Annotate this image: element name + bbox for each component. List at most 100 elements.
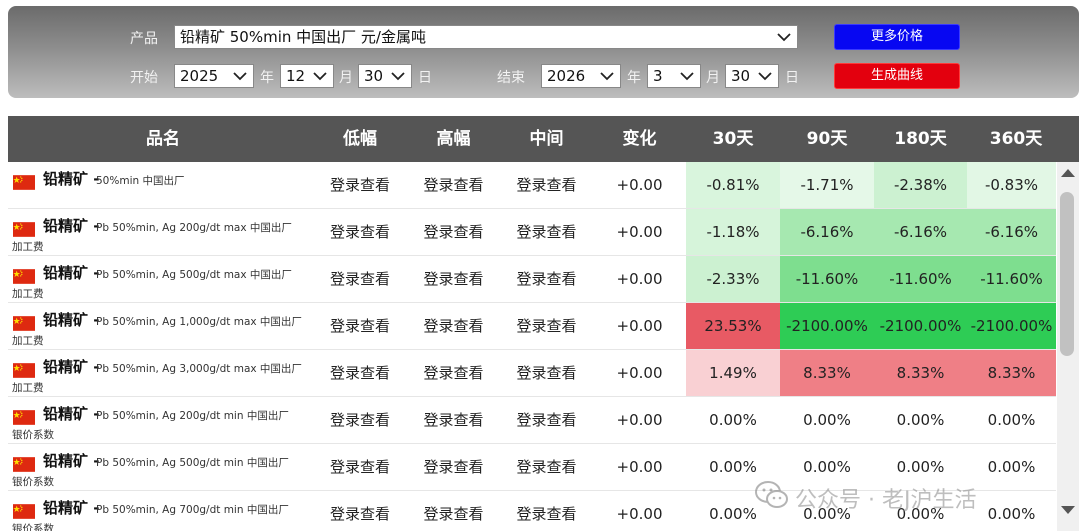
table-header: 品名 低幅 高幅 中间 变化 30天 90天 180天 360天	[8, 116, 1079, 162]
product-spec: Pb 50%min, Ag 700g/dt min 中国出厂	[96, 504, 289, 516]
low-cell[interactable]: 登录查看	[313, 350, 407, 396]
header-change: 变化	[622, 129, 657, 149]
scroll-down-arrow-icon[interactable]	[1061, 506, 1075, 514]
china-flag-icon	[13, 504, 35, 519]
low-cell[interactable]: 登录查看	[313, 209, 407, 255]
low-cell[interactable]: 登录查看	[313, 444, 407, 490]
high-cell[interactable]: 登录查看	[407, 350, 500, 396]
high-cell[interactable]: 登录查看	[407, 256, 500, 302]
change-90d-cell: -6.16%	[780, 209, 874, 255]
product-name-cell[interactable]: 铅精矿 - 50%min 中国出厂	[8, 162, 318, 208]
high-cell[interactable]: 登录查看	[407, 444, 500, 490]
mid-cell[interactable]: 登录查看	[500, 350, 593, 396]
change-360d-cell: -0.83%	[967, 162, 1056, 208]
product-select[interactable]: 铅精矿 50%min 中国出厂 元/金属吨	[174, 25, 798, 49]
china-flag-icon	[13, 269, 35, 284]
scroll-up-arrow-icon[interactable]	[1061, 169, 1075, 177]
high-cell[interactable]: 登录查看	[407, 209, 500, 255]
change-cell: +0.00	[616, 458, 663, 476]
product-name-cell[interactable]: 铅精矿 - Pb 50%min, Ag 1,000g/dt max 中国出厂 加…	[8, 303, 318, 349]
header-product-name: 品名	[146, 129, 180, 149]
change-180d-cell: -2100.00%	[874, 303, 967, 349]
chevron-down-icon	[680, 72, 694, 81]
low-cell[interactable]: 登录查看	[313, 256, 407, 302]
start-month-unit: 月	[339, 70, 353, 86]
end-day-unit: 日	[785, 70, 799, 86]
mid-cell[interactable]: 登录查看	[500, 397, 593, 443]
change-90d-cell: -11.60%	[780, 256, 874, 302]
change-360d-cell: 8.33%	[967, 350, 1056, 396]
change-cell: +0.00	[616, 223, 663, 241]
product-subtype: 银价系数	[12, 523, 54, 531]
product-name-cell[interactable]: 铅精矿 - Pb 50%min, Ag 500g/dt min 中国出厂 银价系…	[8, 444, 318, 490]
end-month-select[interactable]: 3	[647, 64, 701, 88]
more-prices-button[interactable]: 更多价格	[834, 24, 960, 50]
change-cell: +0.00	[616, 176, 663, 194]
low-cell[interactable]: 登录查看	[313, 303, 407, 349]
high-cell[interactable]: 登录查看	[407, 303, 500, 349]
product-name-cell[interactable]: 铅精矿 - Pb 50%min, Ag 700g/dt min 中国出厂 银价系…	[8, 491, 318, 531]
product-spec: Pb 50%min, Ag 3,000g/dt max 中国出厂	[96, 363, 302, 375]
change-30d-cell: 0.00%	[686, 397, 780, 443]
watermark-text: 公众号 · 老J沪生活	[795, 488, 977, 513]
mid-cell[interactable]: 登录查看	[500, 491, 593, 531]
product-name-cell[interactable]: 铅精矿 - Pb 50%min, Ag 500g/dt max 中国出厂 加工费	[8, 256, 318, 302]
chevron-down-icon	[777, 33, 791, 42]
table-row: 铅精矿 - Pb 50%min, Ag 500g/dt max 中国出厂 加工费…	[8, 256, 1056, 303]
end-label: 结束	[497, 70, 525, 86]
chevron-down-icon	[391, 72, 405, 81]
high-cell[interactable]: 登录查看	[407, 162, 500, 208]
low-cell[interactable]: 登录查看	[313, 162, 407, 208]
end-year-unit: 年	[627, 70, 641, 86]
change-90d-cell: 0.00%	[780, 397, 874, 443]
high-cell[interactable]: 登录查看	[407, 491, 500, 531]
change-360d-cell: -2100.00%	[967, 303, 1056, 349]
header-180d: 180天	[894, 129, 947, 149]
end-day-select[interactable]: 30	[725, 64, 779, 88]
scrollbar-thumb[interactable]	[1060, 192, 1074, 356]
start-month-select[interactable]: 12	[280, 64, 334, 88]
start-day-select[interactable]: 30	[358, 64, 412, 88]
wechat-icon	[755, 481, 788, 508]
change-cell: +0.00	[616, 505, 663, 523]
change-360d-cell: -6.16%	[967, 209, 1056, 255]
low-cell[interactable]: 登录查看	[313, 397, 407, 443]
start-day-unit: 日	[418, 70, 432, 86]
generate-curve-button[interactable]: 生成曲线	[834, 63, 960, 89]
product-spec: Pb 50%min, Ag 1,000g/dt max 中国出厂	[96, 316, 302, 328]
start-year-select[interactable]: 2025	[174, 64, 254, 88]
mid-cell[interactable]: 登录查看	[500, 303, 593, 349]
change-30d-cell: 1.49%	[686, 350, 780, 396]
change-90d-cell: -1.71%	[780, 162, 874, 208]
product-name-cell[interactable]: 铅精矿 - Pb 50%min, Ag 200g/dt min 中国出厂 银价系…	[8, 397, 318, 443]
table-body: 铅精矿 - 50%min 中国出厂 登录查看 登录查看 登录查看 +0.00 -…	[8, 162, 1056, 531]
end-year-select[interactable]: 2026	[541, 64, 621, 88]
low-cell[interactable]: 登录查看	[313, 491, 407, 531]
header-mid: 中间	[529, 129, 564, 149]
product-label: 产品	[130, 31, 158, 47]
china-flag-icon	[13, 222, 35, 237]
chevron-down-icon	[600, 72, 614, 81]
high-cell[interactable]: 登录查看	[407, 397, 500, 443]
table-row: 铅精矿 - Pb 50%min, Ag 1,000g/dt max 中国出厂 加…	[8, 303, 1056, 350]
header-30d: 30天	[712, 129, 754, 149]
product-name-cell[interactable]: 铅精矿 - Pb 50%min, Ag 3,000g/dt max 中国出厂 加…	[8, 350, 318, 396]
end-day-value: 30	[731, 67, 751, 85]
change-180d-cell: -11.60%	[874, 256, 967, 302]
table-scrollbar[interactable]	[1057, 162, 1079, 531]
mid-cell[interactable]: 登录查看	[500, 256, 593, 302]
change-90d-cell: 8.33%	[780, 350, 874, 396]
product-name: 铅精矿 -	[43, 499, 100, 517]
mid-cell[interactable]: 登录查看	[500, 209, 593, 255]
mid-cell[interactable]: 登录查看	[500, 444, 593, 490]
mid-cell[interactable]: 登录查看	[500, 162, 593, 208]
change-180d-cell: 8.33%	[874, 350, 967, 396]
product-name: 铅精矿 -	[43, 264, 100, 282]
change-cell: +0.00	[616, 364, 663, 382]
change-30d-cell: -0.81%	[686, 162, 780, 208]
product-subtype: 银价系数	[12, 476, 54, 488]
product-name-cell[interactable]: 铅精矿 - Pb 50%min, Ag 200g/dt max 中国出厂 加工费	[8, 209, 318, 255]
china-flag-icon	[13, 410, 35, 425]
chevron-down-icon	[313, 72, 327, 81]
end-month-value: 3	[653, 67, 663, 85]
